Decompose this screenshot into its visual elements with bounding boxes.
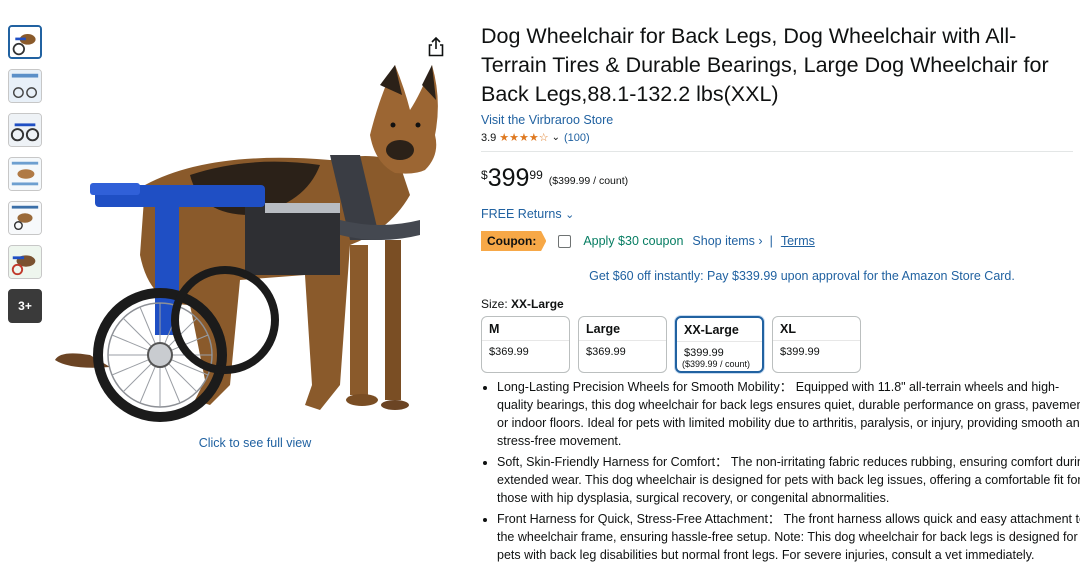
product-title: Dog Wheelchair for Back Legs, Dog Wheelc… — [481, 24, 1049, 106]
more-images-thumbnail[interactable]: 3+ — [8, 289, 42, 323]
feature-bullet: Long-Lasting Precision Wheels for Smooth… — [497, 378, 1080, 450]
coupon-checkbox[interactable] — [558, 234, 572, 248]
size-option-name: Large — [579, 317, 666, 341]
store-link[interactable]: Visit the Virbraroo Store — [481, 113, 1073, 127]
rating-row: 3.9 ★★★★☆ ⌄ (100) — [481, 131, 1073, 145]
size-option-unit-price: ($399.99 / count) — [682, 359, 751, 369]
size-option-price: $399.99 — [780, 346, 820, 358]
price-whole: 399 — [487, 164, 530, 192]
size-option-large[interactable]: Large $369.99 — [578, 316, 667, 373]
price-fraction: 99 — [529, 168, 543, 182]
free-returns-label: FREE Returns — [481, 207, 562, 221]
product-details: Dog Wheelchair for Back Legs, Dog Wheelc… — [481, 22, 1073, 373]
size-option-xx-large[interactable]: XX-Large $399.99 ($399.99 / count) — [675, 316, 764, 373]
terms-link[interactable]: Terms — [781, 234, 815, 248]
thumbnail-3[interactable] — [8, 113, 42, 147]
click-to-see-full-view-link[interactable]: Click to see full view — [150, 436, 360, 450]
coupon-row: Coupon: Apply $30 coupon Shop items › | … — [481, 231, 1073, 251]
store-card-offer-link[interactable]: Get $60 off instantly: Pay $339.99 upon … — [481, 269, 1073, 283]
main-product-image[interactable] — [50, 55, 450, 425]
thumbnail-4[interactable] — [8, 157, 42, 191]
feature-bullets: Long-Lasting Precision Wheels for Smooth… — [481, 378, 1080, 567]
shop-items-link[interactable]: Shop items › — [692, 234, 762, 248]
thumbnail-6[interactable] — [8, 245, 42, 279]
thumbnail-1[interactable] — [8, 25, 42, 59]
size-option-price: $399.99 — [684, 347, 724, 359]
size-option-name: M — [482, 317, 569, 341]
divider — [481, 151, 1073, 152]
size-option-price: $369.99 — [586, 346, 626, 358]
size-option-price: $369.99 — [489, 346, 529, 358]
rating-count-link[interactable]: (100) — [564, 132, 590, 144]
size-option-name: XL — [773, 317, 860, 341]
thumbnail-2[interactable] — [8, 69, 42, 103]
price-symbol: $ — [481, 168, 488, 182]
separator: | — [769, 234, 773, 248]
star-rating-icon[interactable]: ★★★★☆ — [499, 131, 548, 144]
chevron-down-icon: ⌄ — [565, 209, 575, 221]
size-option-m[interactable]: M $369.99 — [481, 316, 570, 373]
size-swatches: M $369.99 Large $369.99 XX-Large $399.99… — [481, 316, 1073, 373]
thumbnail-5[interactable] — [8, 201, 42, 235]
free-returns-link[interactable]: FREE Returns ⌄ — [481, 207, 1073, 221]
feature-bullet: Front Harness for Quick, Stress-Free Att… — [497, 510, 1080, 564]
thumbnail-strip: 3+ — [8, 25, 46, 333]
coupon-badge: Coupon: — [481, 231, 547, 251]
price: $ 399 99 ($399.99 / count) — [481, 165, 1073, 191]
rating-value: 3.9 — [481, 131, 497, 144]
unit-price: ($399.99 / count) — [548, 175, 629, 187]
size-option-xl[interactable]: XL $399.99 — [772, 316, 861, 373]
selected-size: XX-Large — [511, 297, 564, 311]
apply-coupon-label[interactable]: Apply $30 coupon — [583, 234, 683, 248]
feature-bullet: Soft, Skin-Friendly Harness for Comfort：… — [497, 453, 1080, 507]
more-images-label: 3+ — [18, 299, 32, 313]
size-label: Size: XX-Large — [481, 297, 1073, 311]
size-option-name: XX-Large — [677, 318, 762, 342]
size-label-text: Size: — [481, 297, 508, 311]
chevron-down-icon[interactable]: ⌄ — [552, 132, 560, 143]
